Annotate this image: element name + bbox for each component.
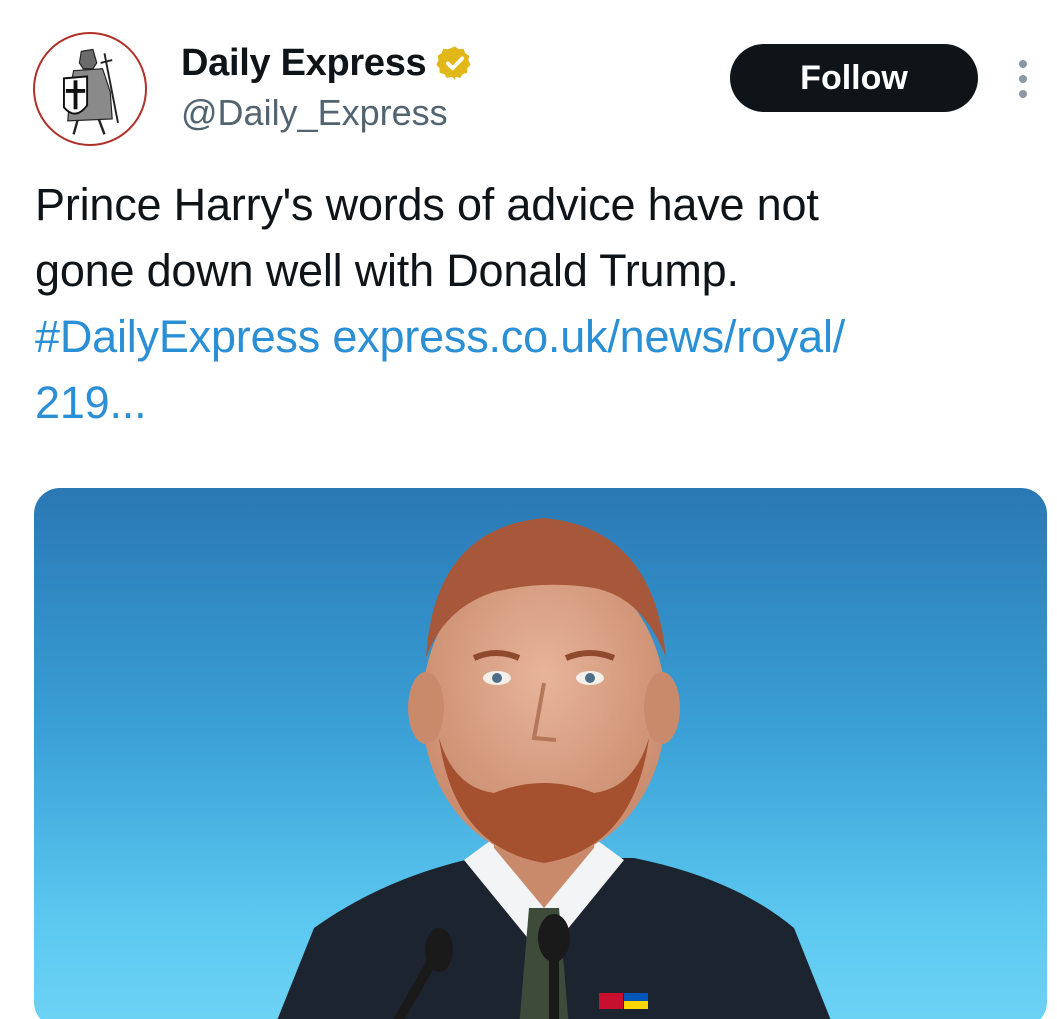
author-block: Daily Express @Daily_Express <box>181 38 474 134</box>
more-dot <box>1019 60 1027 68</box>
display-name[interactable]: Daily Express <box>181 42 427 85</box>
crusader-knight-icon <box>37 36 143 142</box>
verified-badge-icon[interactable] <box>436 44 474 82</box>
more-dot <box>1019 75 1027 83</box>
more-vertical-icon[interactable] <box>1010 60 1036 98</box>
handle[interactable]: @Daily_Express <box>181 92 474 134</box>
tweet-card: Daily Express @Daily_Express Follow Prin… <box>0 0 1057 1019</box>
article-link[interactable]: express.co.uk/news/royal/ <box>332 311 845 362</box>
tweet-text: Prince Harry's words of advice have not … <box>35 172 1025 436</box>
tweet-photo[interactable] <box>34 488 1047 1019</box>
photo-illustration <box>277 518 831 1019</box>
name-row: Daily Express <box>181 38 474 88</box>
avatar[interactable] <box>33 32 147 146</box>
more-dot <box>1019 90 1027 98</box>
hashtag-link[interactable]: #DailyExpress <box>35 311 320 362</box>
article-link-continued[interactable]: 219... <box>35 370 1025 436</box>
tweet-text-line: Prince Harry's words of advice have not <box>35 179 819 230</box>
tweet-text-line: gone down well with Donald Trump. <box>35 245 739 296</box>
follow-button[interactable]: Follow <box>730 44 978 112</box>
